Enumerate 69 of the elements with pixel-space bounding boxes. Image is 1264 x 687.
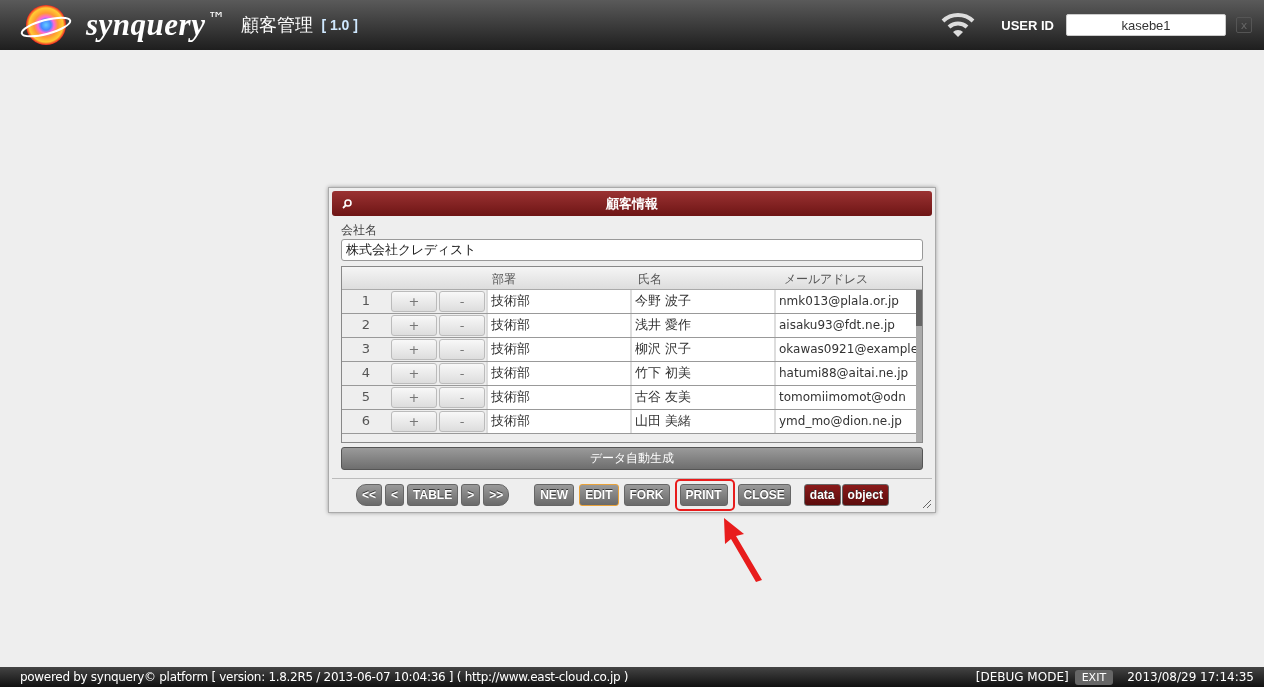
toolbar-button[interactable]: NEW xyxy=(534,484,575,506)
table-cell[interactable]: 技術部 xyxy=(486,410,630,433)
toolbar-button[interactable]: << xyxy=(356,484,382,506)
trademark: ™ xyxy=(207,8,226,29)
brand-name: synquery xyxy=(86,7,206,43)
add-row-button[interactable]: + xyxy=(391,411,437,432)
remove-row-button[interactable]: - xyxy=(439,411,485,432)
exit-button[interactable]: EXIT xyxy=(1074,669,1114,685)
table-cell[interactable]: 古谷 友美 xyxy=(630,386,774,409)
toolbar-button[interactable]: object xyxy=(841,484,889,506)
search-icon xyxy=(342,198,352,209)
dialog-title: 顧客情報 xyxy=(605,194,659,213)
column-header: 部署 xyxy=(491,271,517,288)
logo-icon xyxy=(20,3,72,47)
table-cell[interactable]: 浅井 愛作 xyxy=(630,314,774,337)
table-cell[interactable]: ymd_mo@dion.ne.jp xyxy=(774,410,916,433)
debug-mode-label: [DEBUG MODE] xyxy=(975,670,1069,684)
table-cell[interactable]: 山田 美緒 xyxy=(630,410,774,433)
remove-row-button[interactable]: - xyxy=(439,387,485,408)
add-row-button[interactable]: + xyxy=(391,363,437,384)
company-name-field[interactable]: 株式会社クレディスト xyxy=(341,239,923,261)
user-id-field[interactable]: kasebe1 xyxy=(1066,14,1226,36)
wifi-icon xyxy=(941,12,976,38)
toolbar-button[interactable]: data xyxy=(803,484,841,506)
toolbar-button[interactable]: > xyxy=(461,484,481,506)
resize-grip-icon[interactable] xyxy=(922,499,932,509)
table-cell[interactable]: 技術部 xyxy=(486,290,630,313)
row-number: 1 xyxy=(360,292,372,310)
field-label: 会社名 xyxy=(341,222,378,239)
version-label: [ 1.0 ] xyxy=(321,17,358,33)
generate-data-button[interactable]: データ自動生成 xyxy=(341,447,923,470)
table-cell[interactable]: tomomiimomot@odn xyxy=(774,386,916,409)
row-number: 3 xyxy=(360,340,372,358)
remove-row-button[interactable]: - xyxy=(439,339,485,360)
user-id-label: USER ID xyxy=(1001,17,1054,33)
toolbar-button[interactable]: >> xyxy=(483,484,510,506)
toolbar-button[interactable]: PRINT xyxy=(679,484,728,506)
table-cell[interactable]: 技術部 xyxy=(486,314,630,337)
footer-datetime: 2013/08/29 17:14:35 xyxy=(1127,670,1254,684)
remove-row-button[interactable]: - xyxy=(439,315,485,336)
column-header: メールアドレス xyxy=(783,271,869,288)
remove-row-button[interactable]: - xyxy=(439,363,485,384)
scrollbar-thumb[interactable] xyxy=(916,290,922,326)
column-header: 氏名 xyxy=(637,271,663,288)
add-row-button[interactable]: + xyxy=(391,291,437,312)
table-cell[interactable]: 技術部 xyxy=(486,386,630,409)
table-cell[interactable]: 柳沢 沢子 xyxy=(630,338,774,361)
row-number: 6 xyxy=(360,412,372,430)
toolbar-button[interactable]: CLOSE xyxy=(737,484,791,506)
app-title: 顧客管理 xyxy=(241,13,314,37)
footer-text: powered by synquery© platform [ version: 1.8.2R5 / 2013-06-07 10:04:36 ] ( http://www.east-cloud.co.jp ) xyxy=(20,670,629,684)
table-cell[interactable]: aisaku93@fdt.ne.jp xyxy=(774,314,916,337)
table-cell[interactable]: hatumi88@aitai.ne.jp xyxy=(774,362,916,385)
table-cell[interactable]: 竹下 初美 xyxy=(630,362,774,385)
row-number: 2 xyxy=(360,316,372,334)
table-cell[interactable]: 技術部 xyxy=(486,362,630,385)
row-number: 4 xyxy=(360,364,372,382)
add-row-button[interactable]: + xyxy=(391,387,437,408)
table-cell[interactable]: 今野 波子 xyxy=(630,290,774,313)
row-number: 5 xyxy=(360,388,372,406)
toolbar-button[interactable]: FORK xyxy=(623,484,670,506)
toolbar-button[interactable]: < xyxy=(385,484,405,506)
toolbar-button[interactable]: EDIT xyxy=(579,484,619,506)
table-cell[interactable]: nmk013@plala.or.jp xyxy=(774,290,916,313)
toolbar-button[interactable]: TABLE xyxy=(407,484,459,506)
table-cell[interactable]: 技術部 xyxy=(486,338,630,361)
add-row-button[interactable]: + xyxy=(391,339,437,360)
add-row-button[interactable]: + xyxy=(391,315,437,336)
remove-row-button[interactable]: - xyxy=(439,291,485,312)
